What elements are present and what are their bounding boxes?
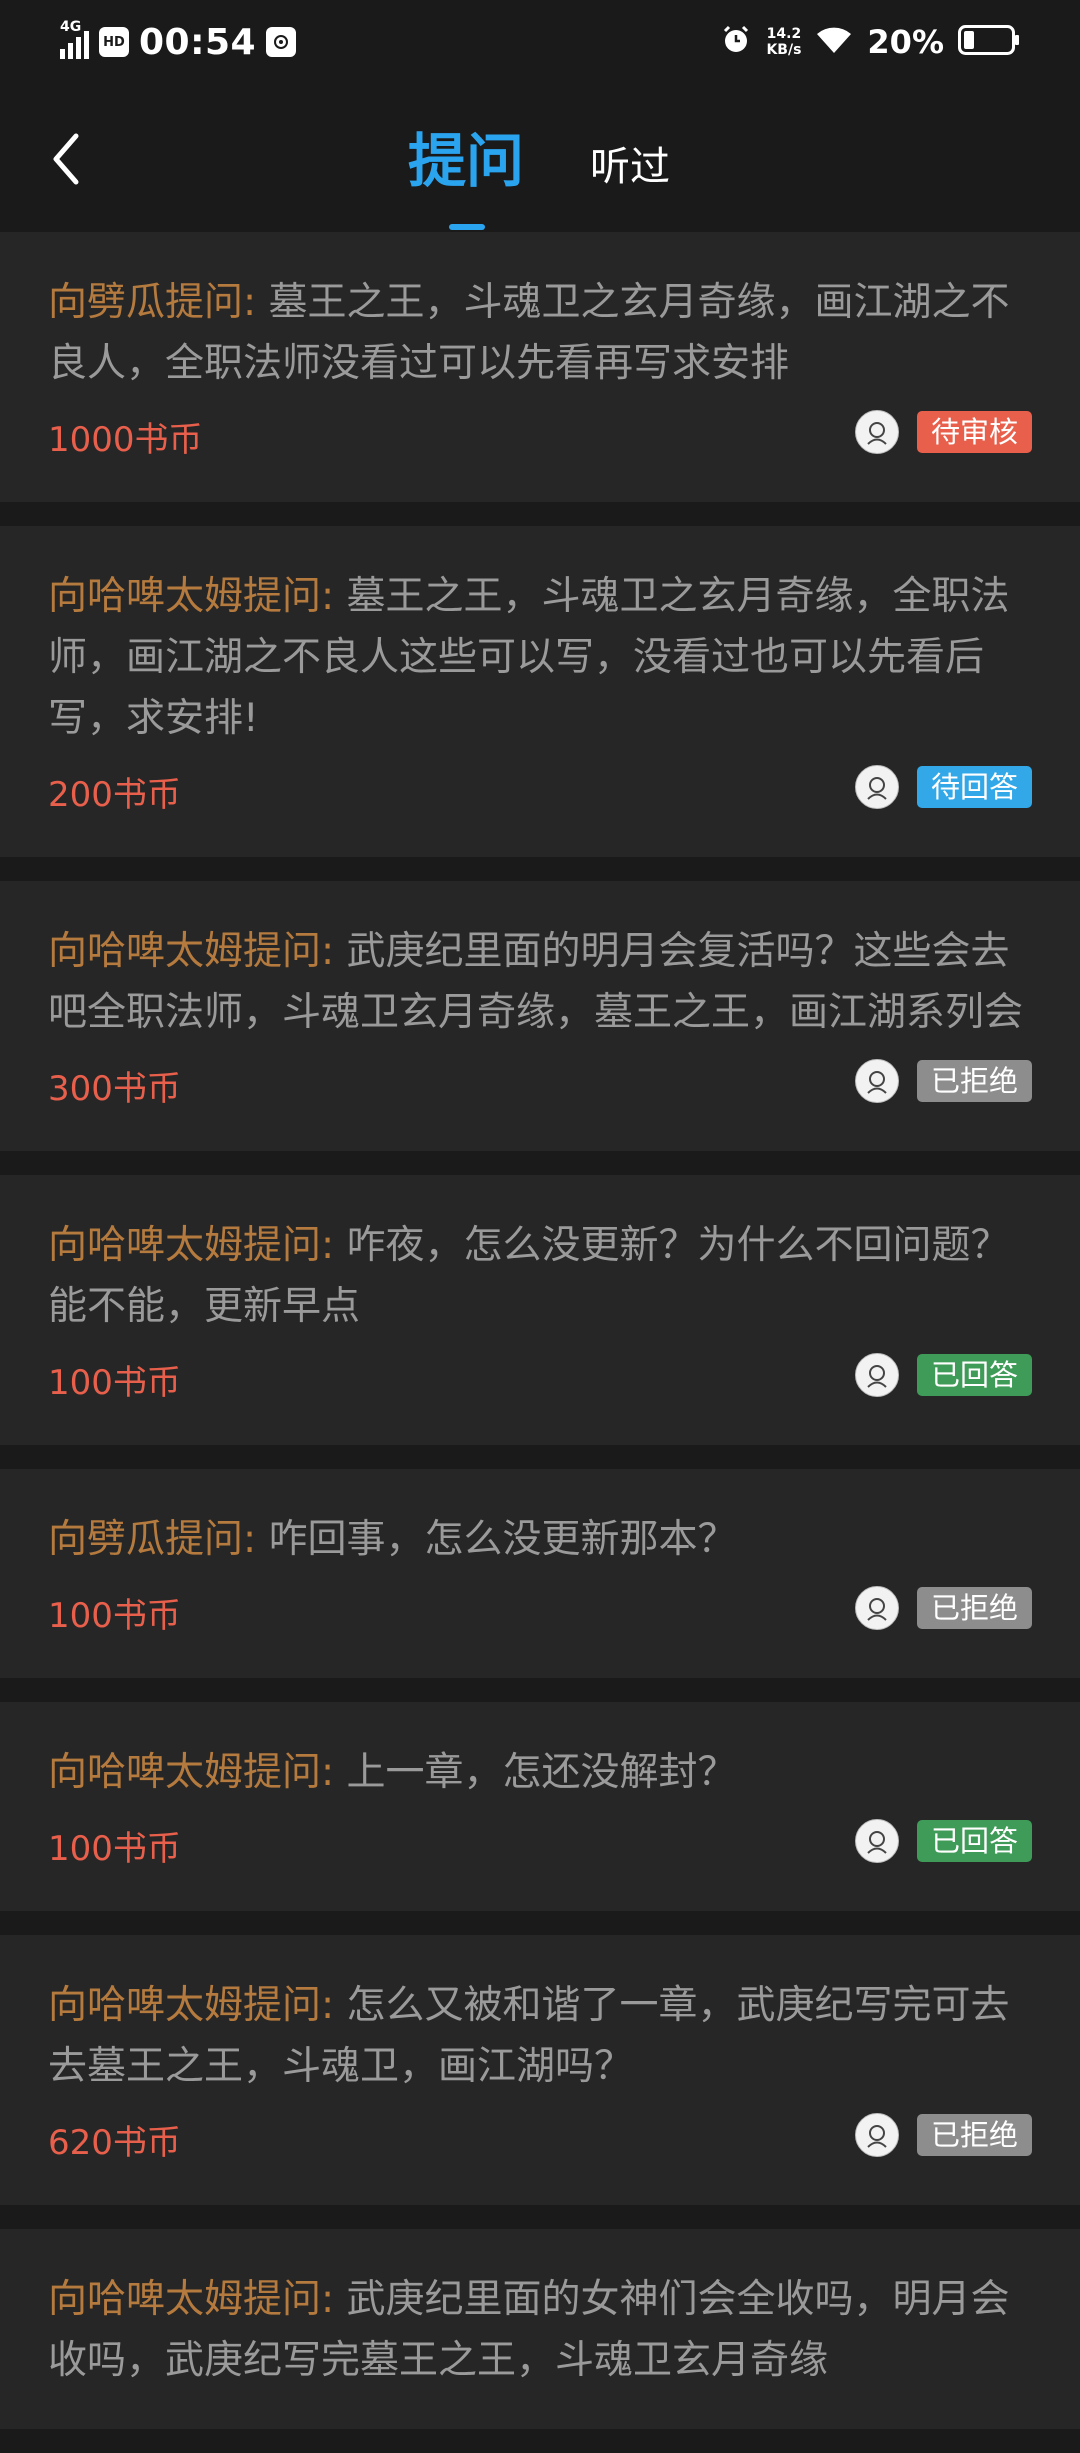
battery-percent: 20% (867, 23, 944, 61)
question-text-block: 向哈啤太姆提问: 武庚纪里面的女神们会全收吗，明月会收吗，武庚纪写完墓王之王，斗… (48, 2269, 1032, 2391)
asker-label: 向哈啤太姆提问: (48, 1750, 335, 1795)
alarm-icon (720, 24, 752, 60)
card-status-group: 待回答 (854, 765, 1032, 809)
card-footer: 100书币 已回答 (48, 1813, 1032, 1873)
question-text-block: 向哈啤太姆提问: 墓王之王，斗魂卫之玄月奇缘，全职法师，画江湖之不良人这些可以写… (48, 566, 1032, 749)
card-footer: 100书币 已拒绝 (48, 1580, 1032, 1640)
coin-amount: 1000书币 (48, 420, 203, 460)
question-text: 咋回事，怎么没更新那本？ (268, 1517, 737, 1562)
asker-label: 向劈瓜提问: (48, 280, 257, 325)
status-badge: 已回答 (916, 1820, 1032, 1862)
question-card[interactable]: 向哈啤太姆提问: 墓王之王，斗魂卫之玄月奇缘，全职法师，画江湖之不良人这些可以写… (0, 526, 1080, 857)
status-right: 14.2 KB/s 20% (720, 18, 1020, 66)
question-text-block: 向劈瓜提问: 墓王之王，斗魂卫之玄月奇缘，画江湖之不良人，全职法师没看过可以先看… (48, 272, 1032, 394)
asker-label: 向哈啤太姆提问: (48, 929, 335, 974)
avatar (854, 2113, 899, 2157)
question-card[interactable]: 向哈啤太姆提问: 上一章，怎还没解封？ 100书币 已回答 (0, 1702, 1080, 1911)
status-left: 4G HD 00:54 (60, 18, 297, 66)
card-status-group: 已拒绝 (854, 2113, 1032, 2157)
status-badge: 已拒绝 (916, 1587, 1032, 1629)
question-text-block: 向哈啤太姆提问: 武庚纪里面的明月会复活吗？这些会去吧全职法师，斗魂卫玄月奇缘，… (48, 921, 1032, 1043)
avatar (854, 1586, 899, 1630)
card-status-group: 已拒绝 (854, 1059, 1032, 1103)
tab-listened[interactable]: 听过 (590, 134, 670, 192)
coin-amount: 100书币 (48, 1363, 181, 1403)
question-text-block: 向哈啤太姆提问: 咋夜，怎么没更新？为什么不回问题？能不能，更新早点 (48, 1215, 1032, 1337)
tab-questions[interactable]: 提问 (408, 114, 524, 198)
asker-label: 向劈瓜提问: (48, 1517, 257, 1562)
coin-amount: 100书币 (48, 1829, 181, 1869)
question-card[interactable]: 向哈啤太姆提问: 武庚纪里面的女神们会全收吗，明月会收吗，武庚纪写完墓王之王，斗… (0, 2229, 1080, 2429)
question-card[interactable]: 向劈瓜提问: 墓王之王，斗魂卫之玄月奇缘，画江湖之不良人，全职法师没看过可以先看… (0, 232, 1080, 502)
question-card[interactable]: 向哈啤太姆提问: 武庚纪里面的明月会复活吗？这些会去吧全职法师，斗魂卫玄月奇缘，… (0, 881, 1080, 1151)
network-speed: 14.2 KB/s (766, 26, 801, 58)
coin-amount: 200书币 (48, 775, 181, 815)
speed-unit: KB/s (766, 42, 802, 58)
status-badge: 待审核 (916, 411, 1032, 453)
status-badge: 已回答 (916, 1354, 1032, 1396)
card-footer: 200书币 待回答 (48, 759, 1032, 819)
coin-amount: 620书币 (48, 2123, 181, 2163)
signal-icon: 4G (60, 19, 89, 59)
avatar (854, 1819, 899, 1863)
coin-amount: 300书币 (48, 1069, 181, 1109)
avatar (854, 1059, 899, 1103)
avatar (854, 410, 899, 454)
asker-label: 向哈啤太姆提问: (48, 2277, 335, 2322)
question-card[interactable]: 向哈啤太姆提问: 咋夜，怎么没更新？为什么不回问题？能不能，更新早点 100书币… (0, 1175, 1080, 1445)
clock-time: 00:54 (139, 21, 257, 63)
card-status-group: 已回答 (854, 1819, 1032, 1863)
chevron-left-icon (53, 133, 79, 185)
question-text-block: 向哈啤太姆提问: 怎么又被和谐了一章，武庚纪写完可去去墓王之王，斗魂卫，画江湖吗… (48, 1975, 1032, 2097)
question-text-block: 向哈啤太姆提问: 上一章，怎还没解封？ (48, 1742, 1032, 1803)
card-footer: 1000书币 待审核 (48, 404, 1032, 464)
question-card[interactable]: 向劈瓜提问: 咋回事，怎么没更新那本？ 100书币 已拒绝 (0, 1469, 1080, 1678)
network-type: 4G (60, 19, 82, 35)
card-footer: 620书币 已拒绝 (48, 2107, 1032, 2167)
avatar (854, 765, 899, 809)
card-footer: 300书币 已拒绝 (48, 1053, 1032, 1113)
card-status-group: 已拒绝 (854, 1586, 1032, 1630)
status-bar: 4G HD 00:54 14.2 KB/s 20% (0, 0, 1080, 84)
wifi-icon (815, 25, 853, 59)
asker-label: 向哈啤太姆提问: (48, 1983, 335, 2028)
tab-indicator (449, 224, 485, 230)
avatar (854, 1353, 899, 1397)
status-badge: 已拒绝 (916, 2114, 1032, 2156)
coin-amount: 100书币 (48, 1596, 181, 1636)
battery-icon (958, 25, 1020, 59)
status-badge: 待回答 (916, 766, 1032, 808)
asker-label: 向哈啤太姆提问: (48, 1223, 335, 1268)
card-status-group: 待审核 (854, 410, 1032, 454)
card-status-group: 已回答 (854, 1353, 1032, 1397)
hd-icon: HD (99, 27, 129, 57)
question-text-block: 向劈瓜提问: 咋回事，怎么没更新那本？ (48, 1509, 1032, 1570)
question-text: 上一章，怎还没解封？ (346, 1750, 737, 1795)
speed-value: 14.2 (766, 26, 802, 42)
card-footer: 100书币 已回答 (48, 1347, 1032, 1407)
app-notification-icon (266, 27, 297, 57)
back-button[interactable] (40, 124, 90, 194)
question-card[interactable]: 向哈啤太姆提问: 怎么又被和谐了一章，武庚纪写完可去去墓王之王，斗魂卫，画江湖吗… (0, 1935, 1080, 2205)
top-nav: 提问 听过 (0, 84, 1080, 230)
question-list: 向劈瓜提问: 墓王之王，斗魂卫之玄月奇缘，画江湖之不良人，全职法师没看过可以先看… (0, 232, 1080, 2453)
asker-label: 向哈啤太姆提问: (48, 574, 335, 619)
status-badge: 已拒绝 (916, 1060, 1032, 1102)
